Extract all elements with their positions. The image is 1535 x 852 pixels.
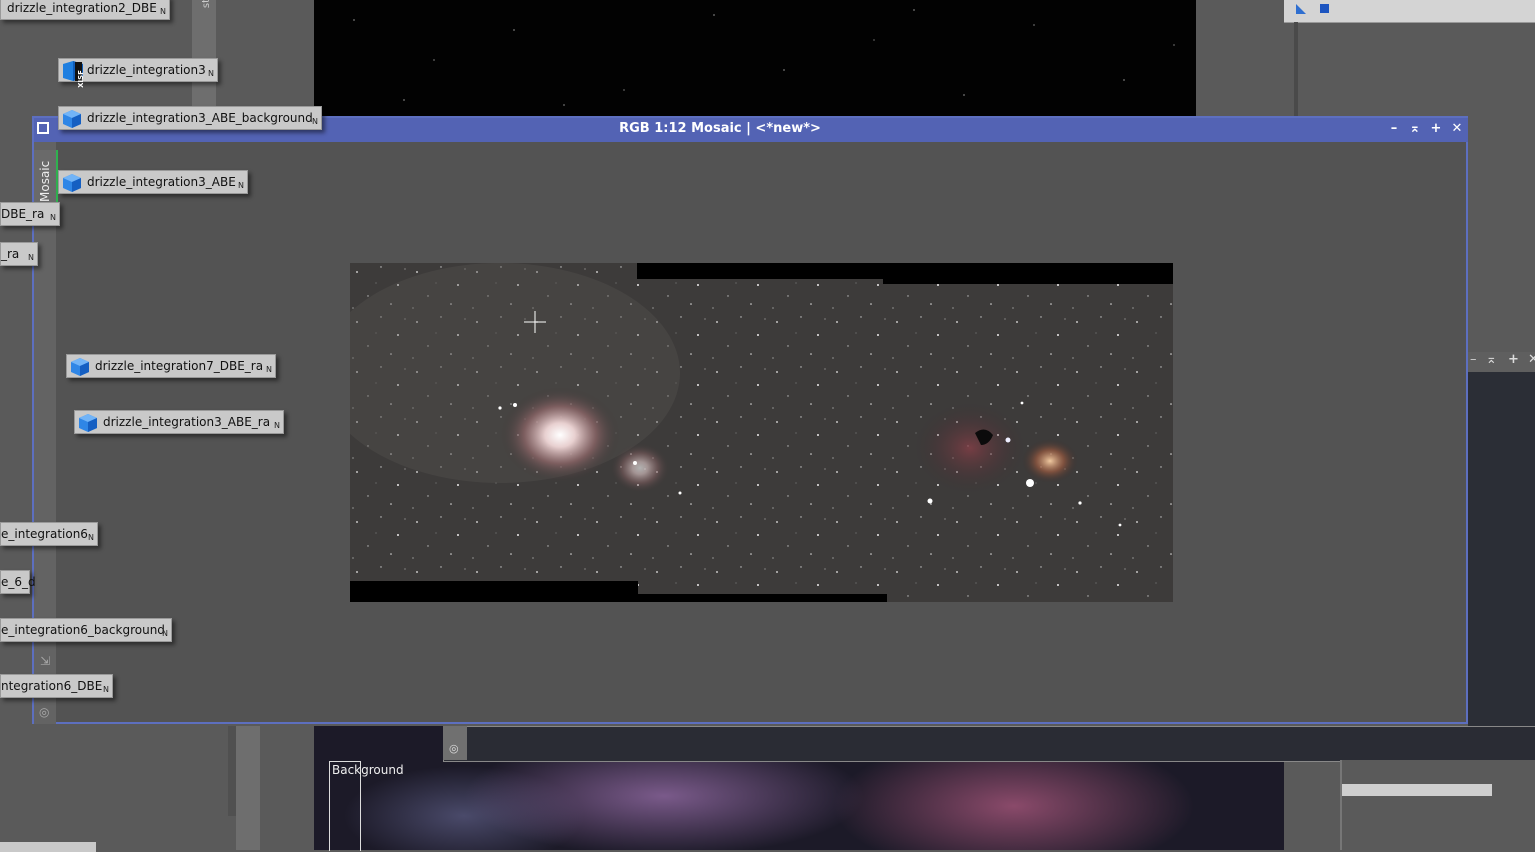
side-strip-text: st (201, 0, 213, 9)
background-window-right-titlebar[interactable]: – ⌅ + ✕ (1468, 352, 1535, 372)
shelf-icon[interactable]: e_integration6 N (0, 522, 98, 546)
scrollbar-thumb[interactable] (1342, 784, 1492, 796)
background-window-bottom[interactable] (443, 726, 1535, 762)
shelf-icon-partial[interactable] (0, 842, 96, 852)
right-tool-panel[interactable] (1284, 0, 1535, 23)
shelf-icon[interactable]: e_integration6_background N (0, 618, 172, 642)
tab-mosaic[interactable]: Mosaic (34, 150, 58, 210)
shelf-icon[interactable]: drizzle_integration7_DBE_ra N (66, 354, 276, 378)
image-cube-icon (79, 414, 97, 432)
image-cube-icon (63, 110, 81, 128)
icon-marker: N (28, 253, 34, 262)
shelf-icon[interactable]: DBE_ra N (0, 202, 60, 226)
background-preview-label: Background (332, 763, 404, 777)
minimize-icon[interactable]: – (1470, 352, 1477, 367)
icon-marker: N (103, 685, 109, 694)
tab-mosaic-label: Mosaic (38, 160, 52, 202)
icon-marker: N (88, 533, 94, 542)
background-image-window-top[interactable] (314, 0, 1196, 118)
mosaic-image[interactable] (320, 263, 1173, 602)
icon-marker: N (50, 213, 56, 222)
tool-icons[interactable] (1294, 2, 1334, 16)
close-icon[interactable]: ✕ (1528, 352, 1535, 367)
expand-icon[interactable]: ⇲ (40, 654, 50, 668)
maximize-icon[interactable]: + (1427, 120, 1445, 138)
side-panel-strip-lower (236, 726, 260, 850)
icon-marker: N (162, 629, 168, 638)
shelf-icon[interactable]: ntegration6_DBE N (0, 674, 113, 698)
target-icon[interactable]: ◎ (39, 705, 49, 719)
target-icon[interactable]: ◎ (449, 742, 459, 755)
image-cube-icon (63, 174, 81, 192)
icon-marker: N (238, 181, 244, 190)
right-panel-edge (1294, 22, 1298, 118)
shelf-icon[interactable]: drizzle_integration3_ABE_background N (58, 106, 322, 130)
shelf-icon[interactable]: drizzle_integration2_DBE N (0, 0, 170, 20)
icon-marker: N (312, 117, 318, 126)
minimize-icon[interactable]: – (1385, 120, 1403, 138)
background-window-right[interactable] (1468, 352, 1535, 762)
shelf-icon[interactable]: XISF drizzle_integration3 N (58, 58, 218, 88)
icon-marker: N (160, 7, 166, 16)
image-cube-icon (71, 358, 89, 376)
background-window-bottom-tab[interactable]: ◎ (443, 726, 467, 760)
mosaic-image-canvas[interactable] (320, 263, 1173, 602)
icon-marker: N (274, 421, 280, 430)
shelf-icon[interactable]: drizzle_integration3_ABE_ra N (74, 410, 284, 434)
side-panel-shadow (228, 726, 236, 816)
shelf-icon[interactable]: drizzle_integration3_ABE N (58, 170, 248, 194)
shade-icon[interactable]: ⌅ (1406, 120, 1424, 138)
icon-marker: N (208, 69, 214, 78)
close-icon[interactable]: ✕ (1448, 120, 1466, 138)
shelf-icon[interactable]: _ra N (0, 242, 38, 266)
scrollbar-area[interactable] (1340, 760, 1535, 850)
shade-icon[interactable]: ⌅ (1486, 352, 1497, 367)
shelf-icon[interactable]: e_6_d (0, 570, 36, 594)
maximize-icon[interactable]: + (1508, 352, 1519, 367)
icon-marker: N (266, 365, 272, 374)
